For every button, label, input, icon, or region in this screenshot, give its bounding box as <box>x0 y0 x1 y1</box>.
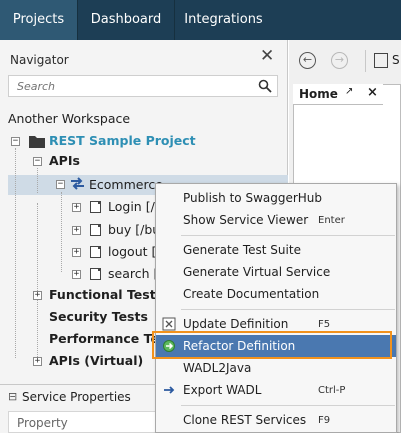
menu-item-generate-virtual-service[interactable]: Generate Virtual Service <box>156 261 396 283</box>
menu-separator <box>181 235 395 236</box>
tree-item-resource[interactable]: search [ <box>108 266 158 281</box>
collapse-icon[interactable]: ⊟ <box>8 390 17 403</box>
rest-service-icon <box>71 177 84 190</box>
navigator-title: Navigator <box>10 53 69 67</box>
save-label[interactable]: S <box>392 53 400 67</box>
expand-icon[interactable]: + <box>72 226 81 235</box>
menu-item-label: Publish to SwaggerHub <box>183 191 323 205</box>
service-label[interactable]: Ecommerce <box>89 177 163 192</box>
tree-line <box>61 192 62 272</box>
menu-item-label: Create Documentation <box>183 287 320 301</box>
top-navigation-bar: Projects Dashboard Integrations <box>0 0 401 40</box>
search-icon[interactable] <box>258 79 272 93</box>
menu-item-shortcut: F5 <box>318 319 331 330</box>
back-icon[interactable]: ← <box>299 52 316 69</box>
menu-item-export-wadl[interactable]: Export WADL Ctrl-P <box>156 379 396 401</box>
highlight-callout-frame <box>152 331 392 359</box>
home-tab-label: Home <box>299 87 338 101</box>
tree-line <box>15 148 16 358</box>
expand-icon[interactable]: + <box>33 357 42 366</box>
property-header-label: Property <box>17 416 68 430</box>
save-icon[interactable] <box>374 53 388 68</box>
resource-icon <box>90 268 101 280</box>
pin-icon[interactable]: ↗ <box>345 86 353 97</box>
tree-item-functional-tests[interactable]: Functional Tests <box>49 287 163 302</box>
tree-item-apis-virtual[interactable]: APIs (Virtual) <box>49 353 143 368</box>
export-icon <box>164 386 175 394</box>
toolbar-divider <box>365 50 366 72</box>
collapse-service-icon[interactable]: − <box>56 180 65 189</box>
menu-item-shortcut: Enter <box>318 215 345 226</box>
tree-item-resource[interactable]: Login [/ <box>108 199 155 214</box>
tree-line <box>37 203 38 363</box>
menu-item-label: Update Definition <box>183 317 289 331</box>
menu-item-label: Generate Virtual Service <box>183 265 331 279</box>
tab-dashboard[interactable]: Dashboard <box>77 0 174 40</box>
menu-item-create-documentation[interactable]: Create Documentation <box>156 283 396 305</box>
apis-folder-label[interactable]: APIs <box>49 153 80 168</box>
tree-item-resource[interactable]: logout [ <box>108 244 156 259</box>
expand-icon[interactable]: + <box>33 291 42 300</box>
tree-line <box>37 168 38 193</box>
menu-item-shortcut: F9 <box>318 415 331 426</box>
menu-item-label: Generate Test Suite <box>183 243 301 257</box>
expand-icon[interactable]: + <box>72 270 81 279</box>
menu-item-label: Show Service Viewer <box>183 213 309 227</box>
resource-icon <box>90 201 101 213</box>
collapse-project-icon[interactable]: − <box>11 137 20 146</box>
tab-home[interactable]: Home ↗ × <box>293 84 383 105</box>
tree-item-security-tests[interactable]: Security Tests <box>49 309 148 324</box>
menu-item-show-service-viewer[interactable]: Show Service Viewer Enter <box>156 209 396 231</box>
folder-icon <box>29 136 45 148</box>
menu-item-label: Clone REST Services <box>183 413 307 427</box>
service-properties-title: Service Properties <box>22 390 131 404</box>
search-box <box>8 75 278 97</box>
menu-separator <box>181 309 395 310</box>
resource-icon <box>90 246 101 258</box>
forward-icon[interactable]: → <box>331 52 348 69</box>
context-menu: Publish to SwaggerHub Show Service Viewe… <box>155 183 397 433</box>
menu-item-label: Export WADL <box>183 383 262 397</box>
menu-item-shortcut: Ctrl-P <box>318 385 346 396</box>
update-definition-icon <box>162 317 176 331</box>
workspace-label: Another Workspace <box>8 111 131 126</box>
menu-separator <box>181 405 395 406</box>
collapse-apis-icon[interactable]: − <box>33 157 42 166</box>
menu-item-clone-rest-services[interactable]: Clone REST Services F9 <box>156 409 396 431</box>
expand-icon[interactable]: + <box>72 203 81 212</box>
close-tab-icon[interactable]: × <box>367 85 378 100</box>
tab-projects[interactable]: Projects <box>0 0 77 40</box>
project-label[interactable]: REST Sample Project <box>49 133 196 148</box>
tab-integrations[interactable]: Integrations <box>174 0 272 40</box>
menu-item-wadl2java[interactable]: WADL2Java <box>156 357 396 379</box>
tree-item-resource[interactable]: buy [/bu <box>108 222 160 237</box>
search-input[interactable] <box>9 76 249 96</box>
expand-icon[interactable]: + <box>72 248 81 257</box>
menu-item-publish-swaggerhub[interactable]: Publish to SwaggerHub <box>156 187 396 209</box>
menu-item-generate-test-suite[interactable]: Generate Test Suite <box>156 239 396 261</box>
close-icon[interactable]: ✕ <box>260 48 274 65</box>
resource-icon <box>90 224 101 236</box>
menu-item-label: WADL2Java <box>183 361 252 375</box>
